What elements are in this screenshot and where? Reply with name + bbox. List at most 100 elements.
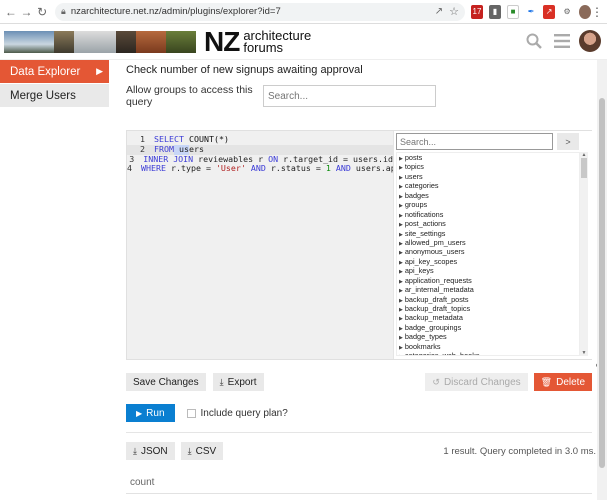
page-scroll-thumb[interactable] [599, 98, 605, 468]
extension-green-icon[interactable]: ■ [506, 4, 520, 19]
expand-triangle-icon: ▶ [399, 212, 403, 219]
url-text: nzarchitecture.net.nz/admin/plugins/expl… [70, 6, 281, 17]
schema-table-item[interactable]: ▶ application_requests [397, 276, 579, 285]
schema-table-item[interactable]: ▶ api_key_scopes [397, 257, 579, 266]
schema-table-item[interactable]: ▶ backup_draft_topics [397, 304, 579, 313]
expand-triangle-icon: ▶ [399, 288, 403, 295]
sidebar-item-label: Data Explorer [10, 65, 81, 78]
sidebar-item-label: Merge Users [10, 89, 76, 102]
schema-table-item[interactable]: ▶ notifications [397, 210, 579, 219]
save-changes-button[interactable]: Save Changes [126, 373, 206, 391]
schema-table-name: post_actions [404, 219, 446, 229]
schema-table-item[interactable]: ▶ categories [397, 181, 579, 190]
schema-table-item[interactable]: ▶ groups [397, 200, 579, 209]
delete-button[interactable]: 🗑︎ Delete [533, 373, 592, 391]
download-csv-button[interactable]: ⤓ CSV [180, 442, 224, 460]
extension-red-icon[interactable]: ↗ [543, 4, 556, 19]
sql-editor[interactable]: 1 SELECT COUNT(*) 2 FROM us ers 3 INNER J… [126, 130, 603, 368]
profile-avatar-icon[interactable] [579, 4, 591, 19]
reload-icon[interactable]: ↻ [35, 4, 49, 20]
search-icon[interactable] [523, 30, 545, 52]
schema-scrollbar[interactable]: ▲ ▼ [580, 152, 588, 356]
schema-table-name: api_key_scopes [404, 256, 458, 266]
schema-table-name: api_keys [404, 266, 434, 276]
extension-calendar-icon[interactable]: 17 [471, 4, 483, 19]
save-changes-label: Save Changes [133, 376, 199, 388]
forward-arrow-icon[interactable]: → [20, 4, 34, 20]
run-button[interactable]: ▶ Run [126, 404, 175, 422]
schema-table-item[interactable]: ▶categories_web_hooks [397, 351, 579, 356]
logo-mark[interactable]: NZ [204, 27, 240, 56]
discard-changes-button[interactable]: ↺ Discard Changes [425, 373, 528, 391]
divider [126, 432, 592, 433]
schema-table-name: ar_internal_metadata [404, 285, 474, 295]
schema-table-name: backup_draft_posts [404, 294, 469, 304]
schema-table-name: badges [404, 190, 429, 200]
extension-barcode-icon[interactable]: ▮ [488, 4, 501, 19]
download-json-button[interactable]: ⤓ JSON [126, 442, 175, 460]
schema-table-item[interactable]: ▶ backup_metadata [397, 313, 579, 322]
schema-table-item[interactable]: ▶ site_settings [397, 229, 579, 238]
schema-table-item[interactable]: ▶ api_keys [397, 266, 579, 275]
user-avatar[interactable] [579, 30, 601, 52]
schema-table-item[interactable]: ▶ badges [397, 191, 579, 200]
schema-table-item[interactable]: ▶ backup_draft_posts [397, 295, 579, 304]
schema-table-name: categories [404, 181, 439, 191]
expand-triangle-icon: ▶ [399, 165, 403, 172]
site-banner-image[interactable] [4, 30, 196, 53]
expand-triangle-icon: ▶ [399, 184, 403, 191]
schema-search-input[interactable] [396, 133, 553, 150]
address-bar[interactable]: 🔒︎ nzarchitecture.net.nz/admin/plugins/e… [55, 2, 466, 21]
schema-toggle-button[interactable]: > [557, 133, 579, 150]
query-description[interactable]: Check number of new signups awaiting app… [126, 64, 596, 76]
schema-table-name: categories_web_hooks [404, 351, 480, 356]
schema-table-item[interactable]: ▶ anonymous_users [397, 247, 579, 256]
include-query-plan-checkbox[interactable] [186, 408, 196, 418]
groups-search-input[interactable] [263, 85, 436, 107]
expand-triangle-icon: ▶ [399, 335, 403, 342]
sidebar-item-data-explorer[interactable]: Data Explorer ▶ [0, 60, 109, 84]
back-arrow-icon[interactable]: ← [4, 4, 18, 20]
scroll-down-icon[interactable]: ▼ [580, 350, 588, 356]
trash-icon: 🗑︎ [540, 376, 553, 387]
table-divider [126, 493, 592, 494]
bookmark-star-icon[interactable]: ☆ [449, 5, 459, 18]
share-icon[interactable]: ↗ [435, 6, 443, 17]
code-area[interactable]: 1 SELECT COUNT(*) 2 FROM us ers 3 INNER J… [127, 134, 411, 174]
code-token: r.type = [165, 163, 216, 174]
expand-triangle-icon: ▶ [399, 278, 403, 285]
discard-label: Discard Changes [443, 376, 521, 388]
schema-table-item[interactable]: ▶ ar_internal_metadata [397, 285, 579, 294]
logo-text[interactable]: architecture forums [243, 29, 311, 54]
lock-icon: 🔒︎ [61, 6, 66, 16]
export-button[interactable]: ⤓ Export [212, 373, 264, 391]
download-icon: ⤓ [219, 376, 224, 387]
code-token: AND [330, 163, 351, 174]
schema-table-item[interactable]: ▶ post_actions [397, 219, 579, 228]
expand-triangle-icon: ▶ [399, 297, 403, 304]
expand-triangle-icon: ▶ [399, 203, 403, 210]
extension-feather-icon[interactable]: ✒ [525, 4, 538, 19]
hamburger-menu-icon[interactable] [551, 30, 573, 52]
schema-table-item[interactable]: ▶ posts [397, 153, 579, 162]
schema-table-item[interactable]: ▶ topics [397, 162, 579, 171]
page-scrollbar[interactable] [597, 60, 607, 500]
expand-triangle-icon: ▶ [399, 344, 403, 351]
chevron-right-icon: ▶ [96, 66, 103, 76]
schema-table-item[interactable]: ▶ badge_groupings [397, 323, 579, 332]
extensions-puzzle-icon[interactable]: ⚙ [561, 4, 574, 19]
browser-menu-icon[interactable]: ⋮ [591, 5, 603, 19]
schema-table-item[interactable]: ▶ bookmarks [397, 342, 579, 351]
code-token: r.status = [265, 163, 326, 174]
code-token: WHERE [141, 163, 166, 174]
schema-table-item[interactable]: ▶ users [397, 172, 579, 181]
scroll-thumb[interactable] [581, 158, 587, 178]
query-editor-panel: Check number of new signups awaiting app… [126, 60, 603, 494]
sidebar-item-merge-users[interactable]: Merge Users [0, 84, 109, 108]
schema-table-item[interactable]: ▶ allowed_pm_users [397, 238, 579, 247]
schema-table-name: users [404, 171, 423, 181]
line-number: 4 [127, 163, 132, 174]
play-icon: ▶ [136, 408, 143, 418]
schema-table-item[interactable]: ▶ badge_types [397, 332, 579, 341]
expand-triangle-icon: ▶ [399, 240, 403, 247]
